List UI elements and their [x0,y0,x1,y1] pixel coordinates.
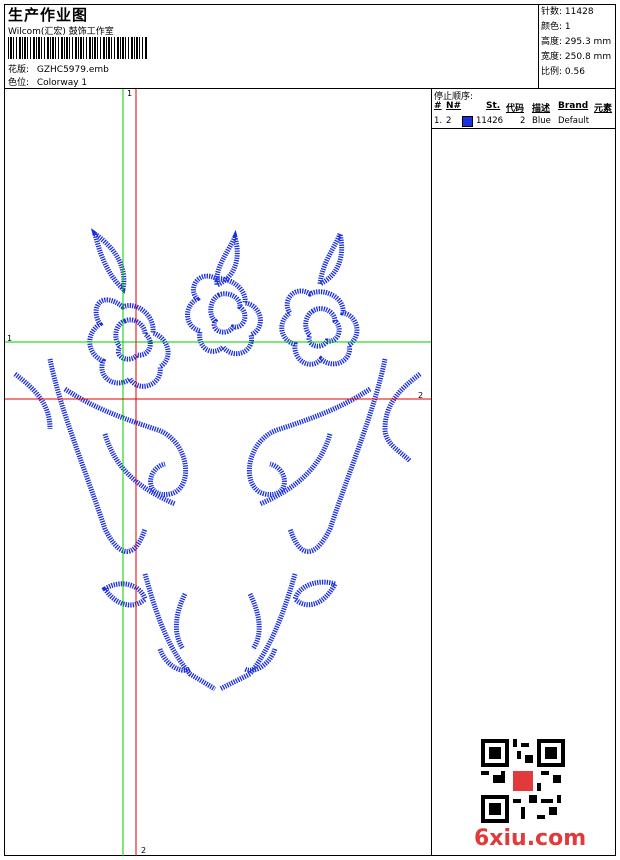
sidebar-divider [431,88,432,856]
stitches-row: 针数: 11428 [541,5,616,20]
barcode [8,37,148,59]
colorway-label: 色位: [8,78,30,88]
red-vertical-guide-label: 2 [141,846,147,855]
design-canvas: 1 1 2 2 [5,89,431,856]
colors-row: 颜色: 1 [541,20,616,35]
document-title: 生产作业图 [8,6,89,24]
embroidery-stitches [13,225,422,692]
qr-code [481,739,565,823]
colorway-row: 色位: Colorway 1 [8,75,87,88]
green-horizontal-guide-label: 1 [7,334,13,343]
col-code: 代码 [506,104,525,114]
pattern-label: 花版: [8,65,30,75]
stops-bottom-line [431,128,616,129]
thread-color-swatch [462,116,473,127]
watermark-text: 6xiu.com [474,826,587,851]
col-needle: N# [446,101,462,111]
stats-panel: 针数: 11428 颜色: 1 高度: 295.3 mm 宽度: 250.8 m… [541,5,616,80]
row-num: 1. [434,116,443,126]
col-element: 元素 [594,104,613,114]
width-value: 250.8 mm [564,52,612,62]
scale-row: 比例: 0.56 [541,65,616,80]
qr-logo [513,771,533,791]
colors-value: 1 [564,22,571,32]
col-desc: 描述 [532,104,551,114]
width-row: 宽度: 250.8 mm [541,50,616,65]
pattern-value: GZHC5979.emb [36,65,109,75]
scale-value: 0.56 [564,67,585,77]
height-label: 高度: [541,37,563,47]
green-vertical-guide-label: 1 [127,89,133,98]
row-stitches: 11426 [476,116,504,126]
col-brand: Brand [558,101,589,111]
stitches-label: 针数: [541,7,563,17]
row-needle: 2 [446,116,452,126]
colorway-value: Colorway 1 [36,78,88,88]
col-num: # [434,101,442,111]
embroidery-design [5,89,431,856]
pattern-row: 花版: GZHC5979.emb [8,62,109,75]
row-desc: Blue [532,116,551,126]
width-label: 宽度: [541,52,563,62]
company-name: Wilcom(汇宏) 鼓饰工作室 [8,27,114,37]
stats-divider [538,4,539,88]
height-value: 295.3 mm [564,37,612,47]
row-brand: Default [558,116,590,126]
row-code: 2 [520,116,526,126]
stitches-value: 11428 [564,7,594,17]
colors-label: 颜色: [541,22,563,32]
col-stitches: St. [486,101,501,111]
height-row: 高度: 295.3 mm [541,35,616,50]
scale-label: 比例: [541,67,563,77]
red-horizontal-guide-label: 2 [418,391,424,400]
